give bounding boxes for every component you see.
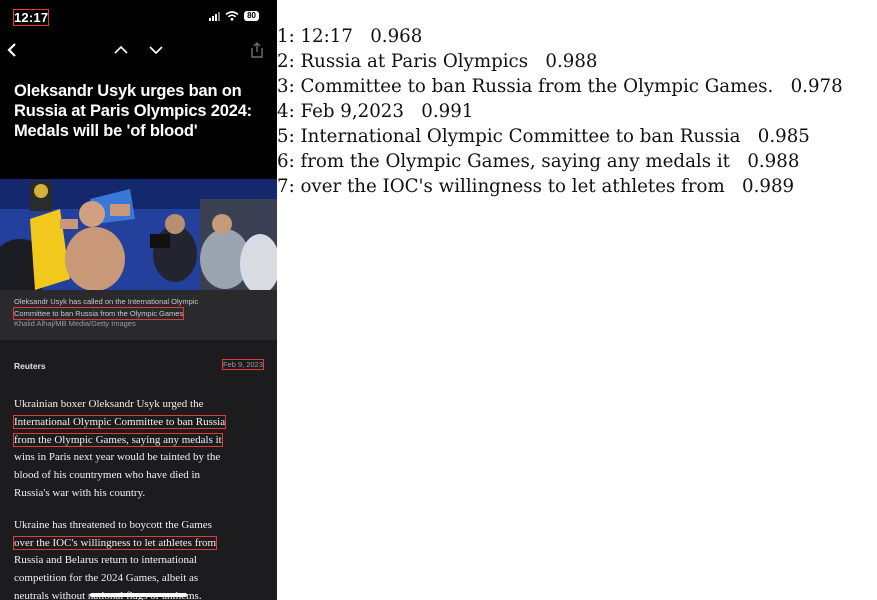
article-body: Ukrainian boxer Oleksandr Usyk urged the… <box>12 396 264 600</box>
caption-line-2: Committee to ban Russia from the Olympic… <box>12 307 185 320</box>
article-nav-bar <box>0 36 277 66</box>
ocr-result: 4: Feb 9,2023 0.991 <box>277 101 474 122</box>
body-line: blood of his countrymen who have died in <box>14 469 201 482</box>
ocr-result: 6: from the Olympic Games, saying any me… <box>277 151 800 172</box>
paragraph-1: Ukrainian boxer Oleksandr Usyk urged the… <box>12 396 264 503</box>
status-icons: 80 <box>209 11 259 21</box>
ocr-result: 1: 12:17 0.968 <box>277 26 423 47</box>
paragraph-2: Ukraine has threatened to boycott the Ga… <box>12 517 264 600</box>
article-meta: Reuters Feb 9, 2023 <box>0 340 277 390</box>
body-line: Ukrainian boxer Oleksandr Usyk urged the <box>14 398 204 410</box>
signal-icon <box>209 11 221 21</box>
body-line: International Olympic Committee to ban R… <box>12 414 227 429</box>
status-bar: 12:17 80 <box>0 0 277 36</box>
body-line: competition for the 2024 Games, albeit a… <box>14 572 199 585</box>
body-line: over the IOC's willingness to let athlet… <box>12 535 218 550</box>
caption-line-1: Oleksandr Usyk has called on the Interna… <box>14 297 199 306</box>
ocr-results-list: 1: 12:17 0.968 2: Russia at Paris Olympi… <box>277 24 877 199</box>
chevron-down-icon[interactable] <box>146 40 166 60</box>
ocr-result: 2: Russia at Paris Olympics 0.988 <box>277 51 598 72</box>
home-indicator <box>90 593 187 597</box>
body-line: from the Olympic Games, saying any medal… <box>13 432 223 447</box>
body-line: wins in Paris next year would be tainted… <box>14 451 221 464</box>
body-line: Russia and Belarus return to internation… <box>14 554 197 567</box>
ocr-result: 5: International Olympic Committee to ba… <box>277 126 810 147</box>
article-photo <box>0 179 277 290</box>
photo-caption: Oleksandr Usyk has called on the Interna… <box>0 290 277 340</box>
body-line: Ukraine has threatened to boycott the Ga… <box>14 518 212 531</box>
article-headline: Oleksandr Usyk urges ban on Russia at Pa… <box>14 82 252 140</box>
wifi-icon <box>225 11 239 21</box>
status-time: 12:17 <box>12 9 50 26</box>
battery-icon: 80 <box>244 11 259 21</box>
article-date: Feb 9, 2023 <box>221 359 265 370</box>
body-line: Russia's war with his country. <box>14 486 146 499</box>
chevron-up-icon[interactable] <box>111 40 131 60</box>
phone-screenshot: 12:17 80 Oleksandr Usyk urges ban on Rus… <box>0 0 277 600</box>
headline-section: Oleksandr Usyk urges ban on Russia at Pa… <box>0 66 277 179</box>
ocr-result: 3: Committee to ban Russia from the Olym… <box>277 76 843 97</box>
share-icon[interactable] <box>247 40 267 60</box>
article-source: Reuters <box>14 361 46 371</box>
photo-credit: Khalid Alhaj/MB Media/Getty Images <box>14 319 136 328</box>
chevron-left-icon[interactable] <box>2 40 22 60</box>
ocr-result: 7: over the IOC's willingness to let ath… <box>277 176 795 197</box>
